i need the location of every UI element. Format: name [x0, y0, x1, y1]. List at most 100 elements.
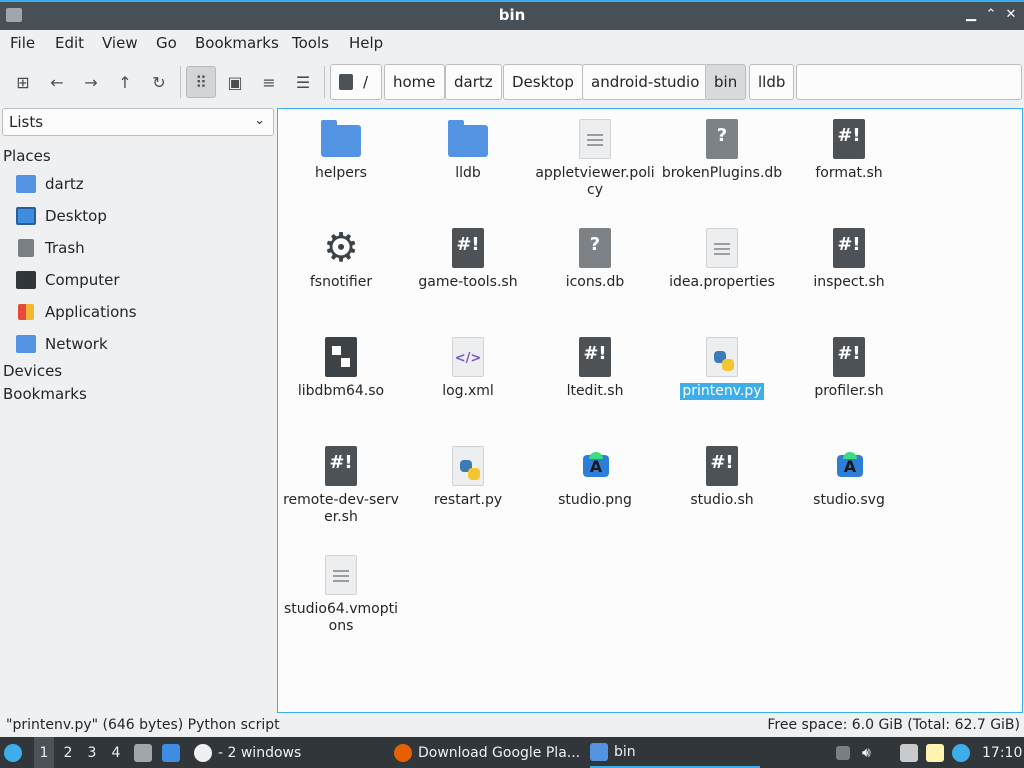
file-item-studio-svg[interactable]: A studio.svg — [786, 444, 912, 509]
menu-bookmarks[interactable]: Bookmarks — [195, 34, 279, 52]
back-button[interactable]: ← — [42, 66, 72, 98]
firefox-icon — [394, 743, 412, 762]
file-item-fsnotifier[interactable]: ⚙ fsnotifier — [278, 226, 404, 291]
chevron-down-icon: ⌄ — [254, 113, 265, 128]
sidebar-item-dartz[interactable]: dartz — [16, 172, 84, 196]
shell-script-icon: #! — [833, 228, 865, 268]
menu-file[interactable]: File — [10, 34, 35, 52]
icon-view-button[interactable]: ⠿ — [186, 66, 216, 98]
network-tray-button[interactable] — [900, 737, 924, 768]
detailed-view-button[interactable]: ☰ — [288, 66, 318, 98]
task-firefox[interactable]: Download Google Pla... — [394, 737, 584, 768]
breadcrumb-bin[interactable]: bin — [705, 64, 747, 100]
toolbar-separator — [180, 66, 181, 98]
updates-tray-button[interactable] — [952, 737, 976, 768]
file-item-icons-db[interactable]: ? icons.db — [532, 226, 658, 291]
volume-button[interactable]: 🔊︎ — [862, 737, 871, 768]
toolbar-separator — [324, 66, 325, 98]
workspace-2[interactable]: 2 — [58, 737, 78, 768]
file-item-libdbm64-so[interactable]: libdbm64.so — [278, 335, 404, 400]
file-item-ltedit-sh[interactable]: #! ltedit.sh — [532, 335, 658, 400]
shell-script-icon: #! — [833, 119, 865, 159]
file-item-format-sh[interactable]: #! format.sh — [786, 117, 912, 182]
breadcrumb-android-studio[interactable]: android-studio — [582, 64, 709, 100]
close-button[interactable]: ✕ — [1002, 6, 1020, 24]
start-menu-icon — [4, 743, 22, 762]
compact-view-button[interactable]: ≡ — [254, 66, 284, 98]
computer-icon — [16, 271, 36, 289]
clock[interactable]: 17:10 — [982, 737, 1022, 768]
file-item-printenv-py[interactable]: printenv.py — [659, 335, 785, 400]
reload-button[interactable]: ↻ — [144, 66, 174, 98]
start-menu-button[interactable] — [4, 737, 28, 768]
file-item-studio-sh[interactable]: #! studio.sh — [659, 444, 785, 509]
devices-heading[interactable]: Devices — [3, 362, 62, 380]
tray-up-arrow[interactable] — [836, 737, 856, 768]
thumbnail-view-button[interactable]: ▣ — [220, 66, 250, 98]
taskbar: 1 2 3 4 - 2 windows Download Google Pla.… — [0, 737, 1024, 768]
file-item-game-tools-sh[interactable]: #! game-tools.sh — [405, 226, 531, 291]
trash-icon — [18, 239, 34, 257]
window-title: bin — [498, 6, 526, 24]
task-bin[interactable]: bin — [590, 737, 760, 768]
new-tab-button[interactable]: ⊞ — [8, 66, 38, 98]
file-item-lldb[interactable]: lldb — [405, 117, 531, 182]
window-group-button[interactable]: - 2 windows — [194, 737, 301, 768]
file-view[interactable]: helpers lldb appletviewer.policy ? broke… — [277, 108, 1023, 713]
menu-tools[interactable]: Tools — [292, 34, 329, 52]
menu-view[interactable]: View — [102, 34, 138, 52]
shell-script-icon: #! — [706, 446, 738, 486]
up-button[interactable]: ↑ — [110, 66, 140, 98]
breadcrumb-desktop[interactable]: Desktop — [503, 64, 583, 100]
free-space-status: Free space: 6.0 GiB (Total: 62.7 GiB) — [767, 717, 1020, 733]
menu-help[interactable]: Help — [349, 34, 383, 52]
path-bar-empty[interactable] — [796, 64, 1022, 100]
library-file-icon — [325, 337, 357, 377]
search-icon — [339, 74, 353, 90]
workspace-4[interactable]: 4 — [106, 737, 126, 768]
sidebar-item-network[interactable]: Network — [16, 332, 108, 356]
sidebar-item-computer[interactable]: Computer — [16, 268, 120, 292]
file-item-appletviewer-policy[interactable]: appletviewer.policy — [532, 117, 658, 199]
shell-script-icon: #! — [325, 446, 357, 486]
desktop-icon — [162, 743, 180, 762]
file-item-restart-py[interactable]: restart.py — [405, 444, 531, 509]
show-desktop-launcher[interactable] — [162, 737, 186, 768]
breadcrumb-dartz[interactable]: dartz — [445, 64, 502, 100]
file-item-profiler-sh[interactable]: #! profiler.sh — [786, 335, 912, 400]
menu-edit[interactable]: Edit — [55, 34, 84, 52]
side-pane-mode-select[interactable]: Lists ⌄ — [2, 108, 274, 136]
tray-arrow-icon — [836, 745, 850, 760]
breadcrumb-home[interactable]: home — [384, 64, 445, 100]
breadcrumb-root[interactable]: / — [330, 64, 382, 100]
menu-bar: File Edit View Go Bookmarks Tools Help — [0, 30, 1024, 56]
file-manager-launcher[interactable] — [134, 737, 158, 768]
workspace-3[interactable]: 3 — [82, 737, 102, 768]
places-heading[interactable]: Places — [3, 147, 51, 165]
file-item-inspect-sh[interactable]: #! inspect.sh — [786, 226, 912, 291]
file-item-remote-dev-server-sh[interactable]: #! remote-dev-server.sh — [278, 444, 404, 526]
sidebar-item-applications[interactable]: Applications — [16, 300, 137, 324]
file-item-brokenplugins-db[interactable]: ? brokenPlugins.db — [659, 117, 785, 182]
app-group-icon — [194, 743, 212, 762]
menu-go[interactable]: Go — [156, 34, 177, 52]
home-folder-icon — [16, 175, 36, 193]
network-folder-icon — [16, 335, 36, 353]
sidebar-item-desktop[interactable]: Desktop — [16, 204, 107, 228]
file-item-studio64-vmoptions[interactable]: studio64.vmoptions — [278, 553, 404, 635]
shell-script-icon: #! — [579, 337, 611, 377]
sidebar-item-trash[interactable]: Trash — [16, 236, 85, 260]
breadcrumb-lldb[interactable]: lldb — [749, 64, 795, 100]
clipboard-tray-button[interactable] — [926, 737, 950, 768]
bookmarks-heading[interactable]: Bookmarks — [3, 385, 87, 403]
workspace-1[interactable]: 1 — [34, 737, 54, 768]
maximize-button[interactable]: ⌃ — [982, 6, 1000, 24]
minimize-button[interactable]: ▁ — [962, 6, 980, 24]
file-item-log-xml[interactable]: </> log.xml — [405, 335, 531, 400]
file-item-idea-properties[interactable]: idea.properties — [659, 226, 785, 291]
file-item-helpers[interactable]: helpers — [278, 117, 404, 182]
android-studio-icon: A — [837, 452, 863, 478]
forward-button[interactable]: → — [76, 66, 106, 98]
python-logo-icon — [714, 351, 734, 371]
file-item-studio-png[interactable]: A studio.png — [532, 444, 658, 509]
